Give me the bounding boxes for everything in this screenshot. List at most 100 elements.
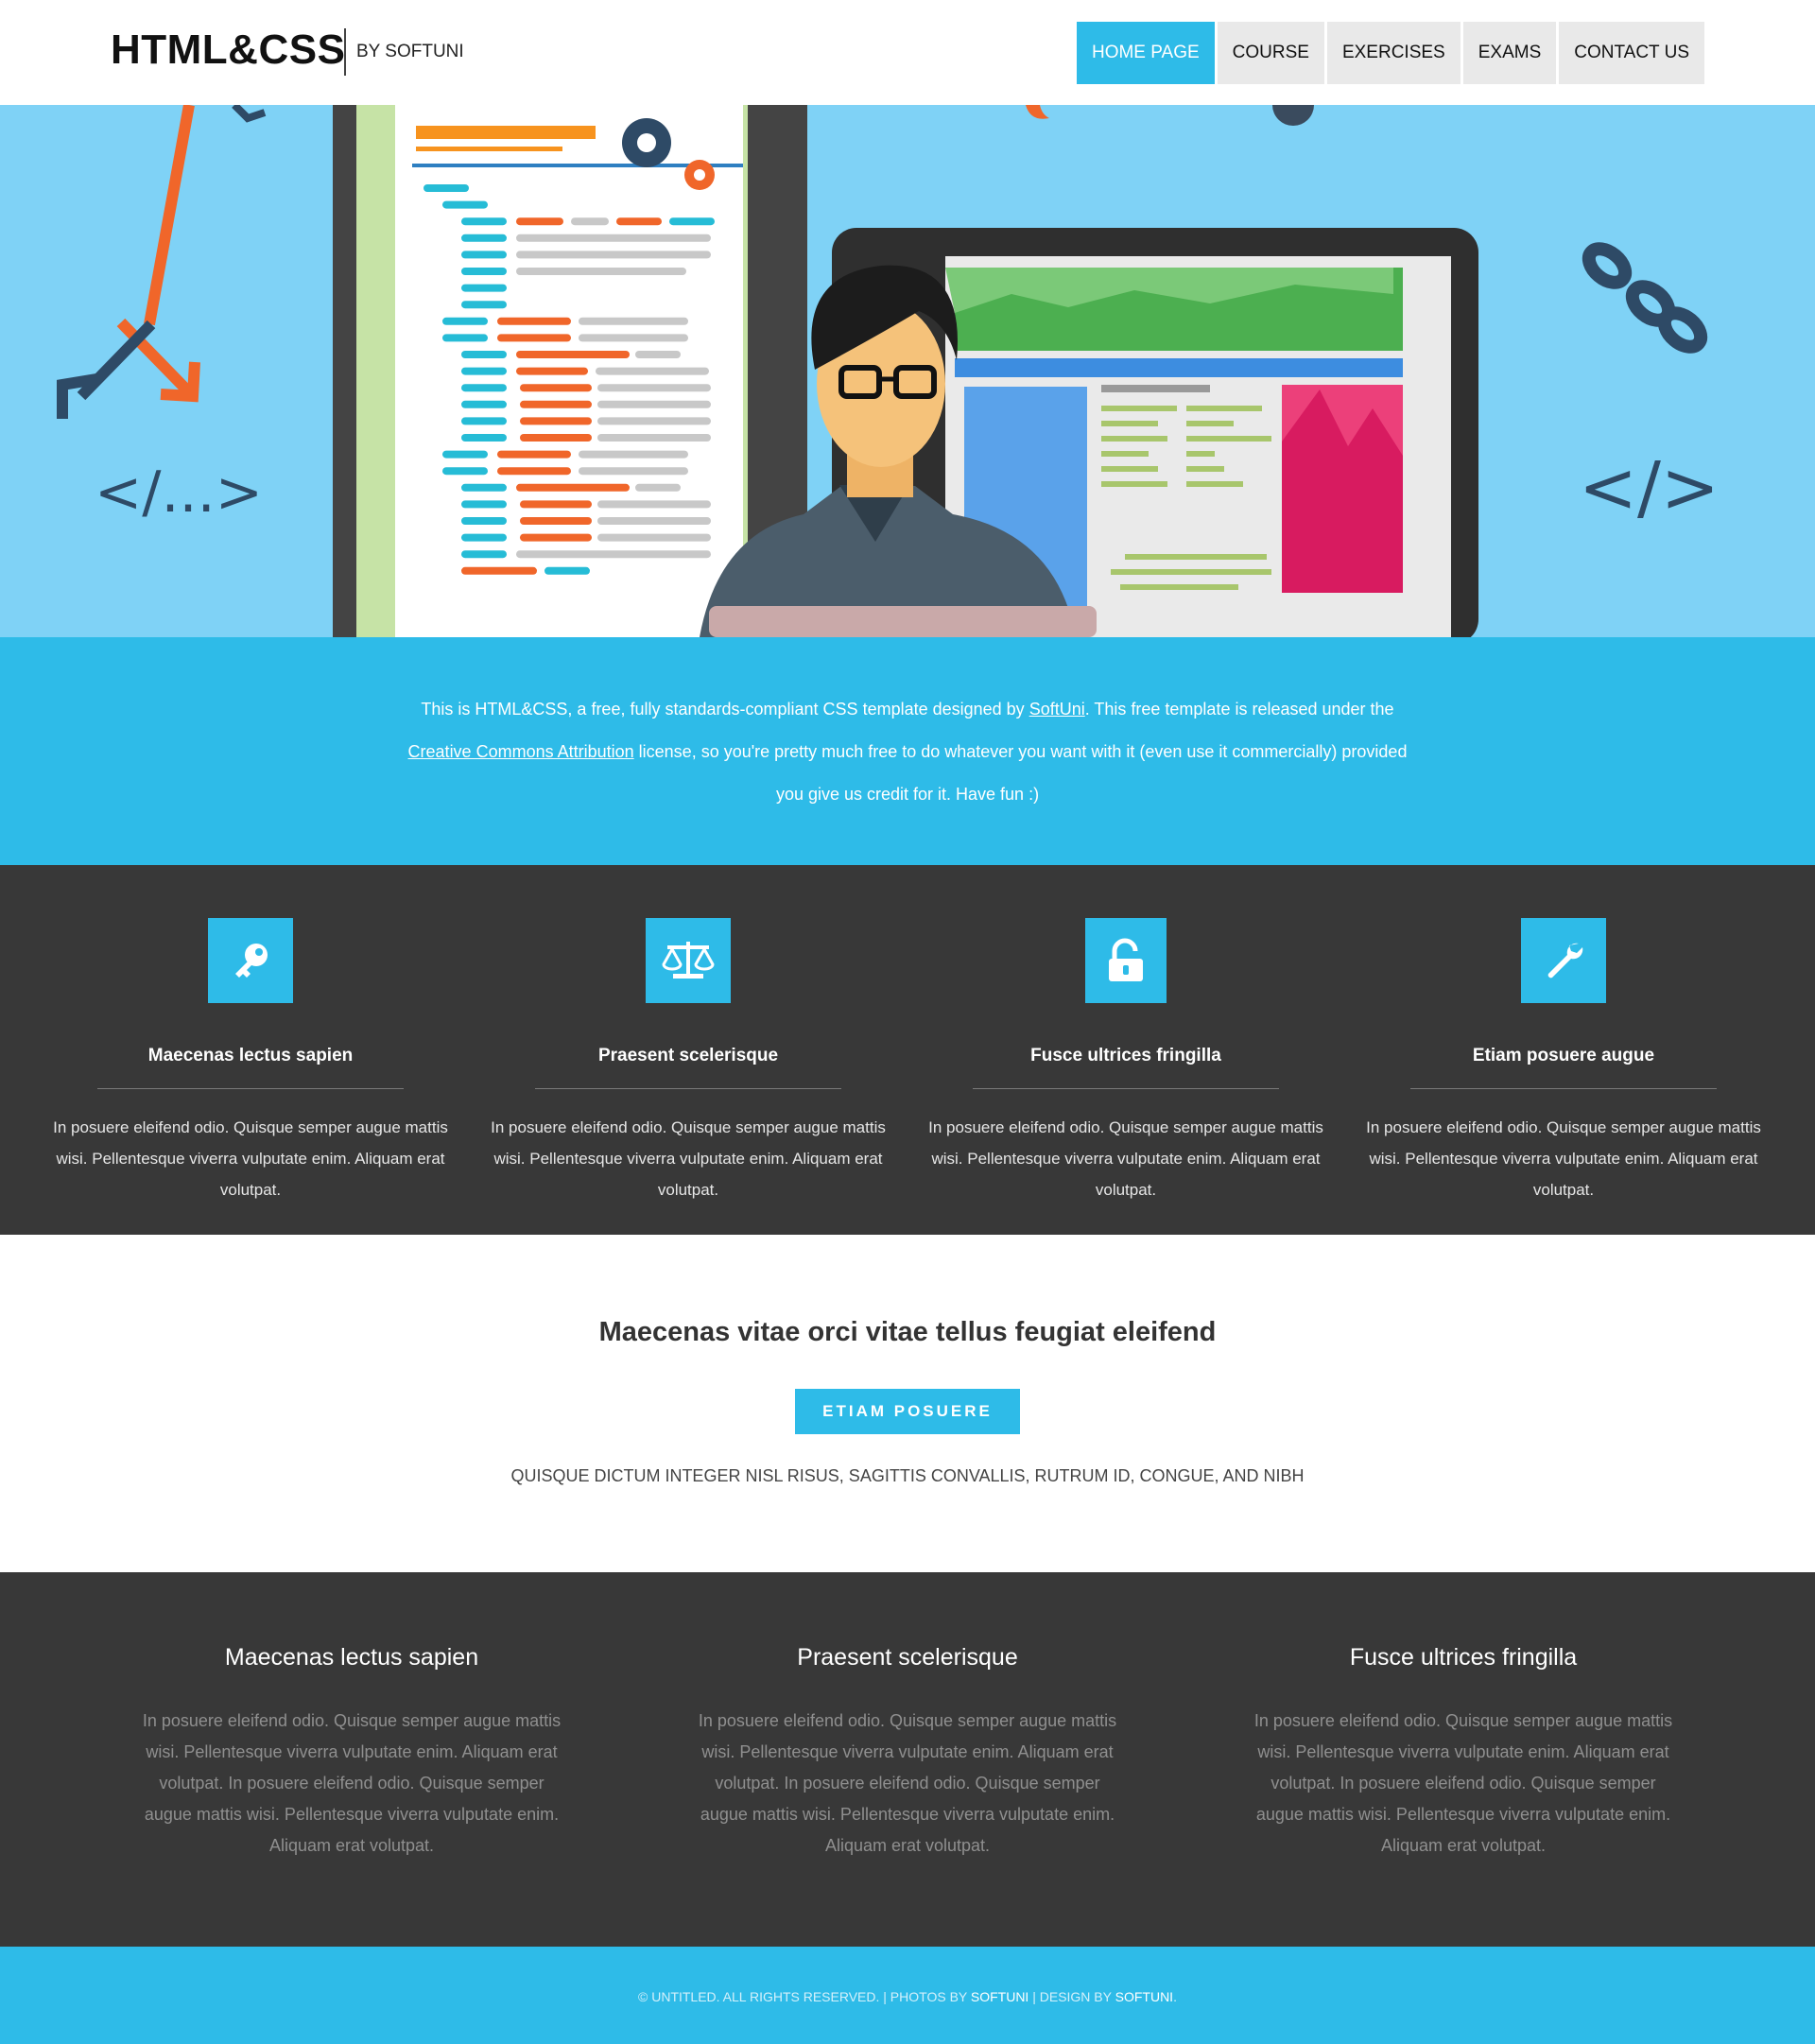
feature-card: Maecenas lectus sapien In posuere eleife… [43,918,458,1205]
info-column: Maecenas lectus sapien In posuere eleife… [134,1644,569,1862]
feature-text: In posuere eleifend odio. Quisque semper… [491,1118,886,1199]
swap-arrows-icon [57,105,200,419]
code-line [497,467,571,476]
feature-title: Etiam posuere augue [1472,1046,1655,1065]
code-line [497,450,571,459]
footer-end: . [1173,1989,1177,2004]
feature-card: Etiam posuere augue In posuere eleifend … [1356,918,1772,1205]
code-line [579,467,688,476]
code-line [461,550,507,559]
wrench-icon [1521,918,1606,1003]
feature-title: Maecenas lectus sapien [147,1046,354,1065]
nav-exams[interactable]: EXAMS [1462,22,1557,84]
feature-text: In posuere eleifend odio. Quisque semper… [928,1118,1323,1199]
arrow-fragment-icon [232,105,267,123]
code-line [616,217,662,226]
nav-exercises[interactable]: EXERCISES [1326,22,1461,84]
feature-title: Praesent scelerisque [597,1046,779,1065]
code-line [424,184,469,192]
hero-illustration: </...> </> [57,105,1720,637]
softuni-link[interactable]: SoftUni [1029,700,1085,719]
scales-icon [646,918,731,1003]
code-line [516,217,563,226]
footer-design-text: | DESIGN BY [1028,1989,1115,2004]
feature-card: Fusce ultrices fringilla In posuere elei… [918,918,1334,1205]
feature-divider [1410,1088,1717,1089]
site-logo[interactable]: HTML&CSS [111,26,345,74]
etiam-posuere-button[interactable]: ETIAM POSUERE [795,1389,1020,1434]
code-line [516,251,711,259]
code-line [597,384,711,392]
code-line [461,268,507,275]
code-line [461,434,507,442]
intro-text: This is HTML&CSS, a free, fully standard… [397,688,1418,816]
site-footer: © UNTITLED. ALL RIGHTS RESERVED. | PHOTO… [0,1947,1815,2044]
code-line [597,533,711,542]
code-line [442,450,488,459]
code-line [597,417,711,425]
code-line [461,384,507,392]
gear-fragment-icon [1272,105,1314,126]
column-title: Fusce ultrices fringilla [1349,1644,1578,1671]
intro-band: This is HTML&CSS, a free, fully standard… [0,637,1815,865]
code-line [597,400,711,408]
feature-title: Fusce ultrices fringilla [1030,1046,1221,1065]
code-line [461,533,507,542]
code-line [497,334,571,342]
code-line [461,367,507,375]
footer-photos-link[interactable]: SOFTUNI [971,1989,1028,2004]
intro-text-part3: license, so you're pretty much free to d… [633,742,1408,804]
key-icon [208,918,293,1003]
code-line [544,566,590,575]
code-line [635,351,681,358]
logo-divider [344,28,346,76]
code-line [571,217,609,226]
code-line [579,450,688,459]
footer-copyright: © UNTITLED. ALL RIGHTS RESERVED. | PHOTO… [638,1989,971,2004]
creative-commons-link[interactable]: Creative Commons Attribution [408,742,634,761]
info-columns: Maecenas lectus sapien In posuere eleife… [0,1572,1815,1947]
code-line [520,417,592,425]
code-line [597,517,711,525]
code-line [635,483,681,492]
column-title: Maecenas lectus sapien [224,1644,479,1671]
feature-divider [973,1088,1279,1089]
code-line [516,234,711,242]
code-line [497,317,571,325]
cta-title: Maecenas vitae orci vitae tellus feugiat… [598,1317,1217,1347]
code-line [596,367,709,375]
code-line [579,317,688,325]
code-line [461,251,507,259]
code-line [442,200,488,209]
chain-link-icon [1582,242,1708,354]
code-line [461,417,507,425]
unlock-icon [1085,918,1167,1003]
nav-home-page[interactable]: HOME PAGE [1076,22,1215,84]
code-line [597,500,711,509]
info-column: Fusce ultrices fringilla In posuere elei… [1246,1644,1681,1862]
code-line [461,517,507,525]
intro-text-part1: This is HTML&CSS, a free, fully standard… [421,700,1029,719]
cta-subtitle: QUISQUE DICTUM INTEGER NISL RISUS, SAGIT… [510,1466,1305,1485]
nav-course[interactable]: COURSE [1217,22,1324,84]
footer-design-link[interactable]: SOFTUNI [1115,1989,1173,2004]
column-text: In posuere eleifend odio. Quisque semper… [142,1711,562,1855]
code-line [442,334,488,342]
code-line [442,317,488,325]
code-line [520,384,592,392]
features-section: Maecenas lectus sapien In posuere eleife… [0,865,1815,1235]
code-line [461,566,537,575]
tool-fragment-icon [1026,105,1049,119]
code-line [461,351,507,358]
code-line [520,400,592,408]
feature-text: In posuere eleifend odio. Quisque semper… [1366,1118,1761,1199]
code-line [516,268,686,275]
feature-card: Praesent scelerisque In posuere eleifend… [480,918,896,1205]
code-tag-left: </...> [95,459,263,526]
nav-contact-us[interactable]: CONTACT US [1559,22,1704,84]
code-line [520,533,592,542]
feature-divider [535,1088,841,1089]
code-line [461,301,507,309]
code-line [461,217,507,226]
code-line [461,400,507,408]
